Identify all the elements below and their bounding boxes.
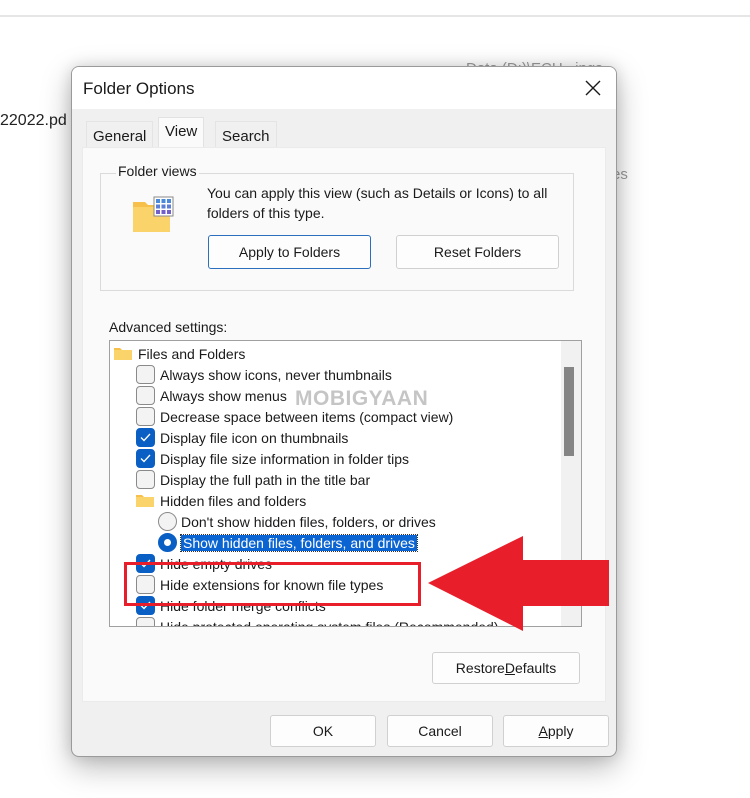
restore-defaults-mnemonic: D <box>504 660 515 676</box>
folder-icon <box>136 494 154 507</box>
tree-scrollbar[interactable] <box>561 341 581 626</box>
tree-checkbox-item[interactable]: Hide folder merge conflicts <box>136 595 326 616</box>
tree-checkbox-item[interactable]: Display file icon on thumbnails <box>136 427 348 448</box>
tree-checkbox-item[interactable]: Display the full path in the title bar <box>136 469 370 490</box>
tree-checkbox-item[interactable]: Hide extensions for known file types <box>136 574 383 595</box>
checkbox[interactable] <box>136 449 155 468</box>
tree-item-label: Hide folder merge conflicts <box>160 597 326 614</box>
ok-button[interactable]: OK <box>270 715 376 747</box>
tab-search[interactable]: Search <box>215 121 277 147</box>
tree-checkbox-item[interactable]: Always show menus <box>136 385 287 406</box>
dialog-title: Folder Options <box>83 79 195 98</box>
checkbox[interactable] <box>136 575 155 594</box>
tab-view[interactable]: View <box>158 117 205 147</box>
advanced-settings-tree[interactable]: Files and Folders Always show icons, neve… <box>109 340 582 627</box>
tree-checkbox-item[interactable]: Always show icons, never thumbnails <box>136 364 392 385</box>
tree-item-label: Hidden files and folders <box>160 492 307 509</box>
tree-radio-item[interactable]: Show hidden files, folders, and drives <box>158 532 418 553</box>
tree-item-label: Display the full path in the title bar <box>160 471 371 488</box>
checkbox[interactable] <box>136 554 155 573</box>
tree-item-label: Decrease space between items (compact vi… <box>160 408 454 425</box>
tree-item-label: Always show icons, never thumbnails <box>160 366 392 383</box>
close-icon <box>585 80 601 96</box>
tree-item-label: Hide empty drives <box>160 555 273 572</box>
apply-button[interactable]: Apply <box>503 715 609 747</box>
tree-group: Files and Folders <box>114 343 245 364</box>
tree-radio-item[interactable]: Don't show hidden files, folders, or dri… <box>158 511 436 532</box>
restore-defaults-button[interactable]: Restore Defaults <box>432 652 580 684</box>
reset-folders-button[interactable]: Reset Folders <box>396 235 559 269</box>
checkbox[interactable] <box>136 596 155 615</box>
checkbox[interactable] <box>136 470 155 489</box>
tree-item-label: Show hidden files, folders, and drives <box>180 533 418 552</box>
apply-label-rest: pply <box>547 723 574 739</box>
cancel-button[interactable]: Cancel <box>387 715 493 747</box>
tree-checkbox-item[interactable]: Decrease space between items (compact vi… <box>136 406 453 427</box>
tree-item-label: Display file size information in folder … <box>160 450 409 467</box>
tree-checkbox-item[interactable]: Hide empty drives <box>136 553 272 574</box>
tree-checkbox-item[interactable]: Display file size information in folder … <box>136 448 409 469</box>
close-button[interactable] <box>578 73 608 103</box>
folder-views-label: Folder views <box>116 163 199 179</box>
radio-button[interactable] <box>158 512 177 531</box>
folder-options-dialog: Folder Options General View Search Folde… <box>71 66 617 757</box>
folder-view-icon <box>132 196 176 239</box>
tree-checkbox-item[interactable]: Hide protected operating system files (R… <box>136 616 499 627</box>
checkbox[interactable] <box>136 365 155 384</box>
apply-mnemonic: A <box>538 723 548 739</box>
checkbox[interactable] <box>136 407 155 426</box>
reset-folders-label: Reset Folders <box>433 244 522 260</box>
checkbox[interactable] <box>136 386 155 405</box>
cancel-label: Cancel <box>418 723 462 739</box>
tree-item-label: Don't show hidden files, folders, or dri… <box>181 513 436 530</box>
tree-group: Hidden files and folders <box>136 490 306 511</box>
tree-item-label: Display file icon on thumbnails <box>160 429 349 446</box>
folder-views-description: You can apply this view (such as Details… <box>207 185 548 221</box>
tab-general[interactable]: General <box>86 121 154 147</box>
restore-defaults-label-pre: Restore <box>455 660 505 676</box>
advanced-settings-label: Advanced settings: <box>109 319 228 335</box>
radio-button[interactable] <box>158 533 177 552</box>
tree-item-label: Files and Folders <box>138 345 246 362</box>
ok-label: OK <box>312 723 334 739</box>
tree-scrollbar-thumb[interactable] <box>564 367 574 456</box>
tree-item-label: Hide protected operating system files (R… <box>160 618 499 627</box>
apply-to-folders-label: Apply to Folders <box>238 244 341 260</box>
tree-item-label: Hide extensions for known file types <box>160 576 384 593</box>
title-bar[interactable]: Folder Options <box>72 67 616 109</box>
checkbox[interactable] <box>136 617 155 626</box>
explorer-header-divider <box>0 15 750 17</box>
checkbox[interactable] <box>136 428 155 447</box>
tree-item-label: Always show menus <box>160 387 287 404</box>
apply-to-folders-button[interactable]: Apply to Folders <box>208 235 371 269</box>
background-file-name: 22022.pd <box>0 112 67 129</box>
restore-defaults-label-post: efaults <box>514 660 557 676</box>
folder-icon <box>114 347 132 360</box>
